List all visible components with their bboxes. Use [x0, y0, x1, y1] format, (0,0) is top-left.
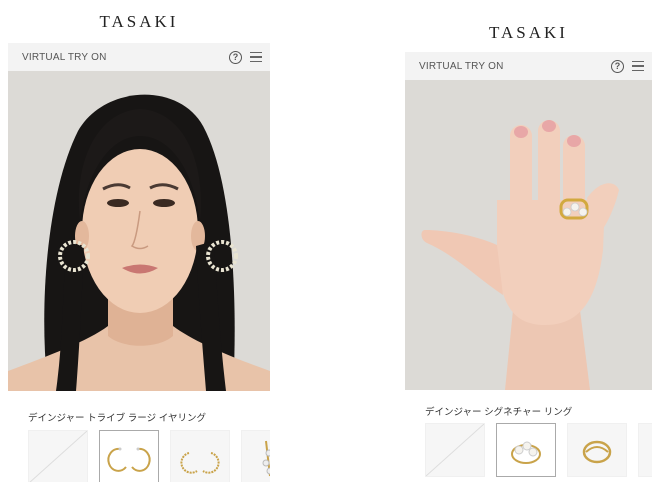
thumbnail-spiked-hoop-earring[interactable] — [170, 430, 230, 482]
camera-view-hand — [405, 80, 652, 390]
header-title: VIRTUAL TRY ON — [419, 60, 504, 72]
product-thumbnail-strip — [425, 423, 652, 477]
product-name: デインジャー トライブ ラージ イヤリング — [28, 413, 206, 424]
product-thumbnail-strip — [28, 430, 270, 482]
product-name: デインジャー シグネチャー リング — [425, 407, 573, 418]
right-screen: TASAKI VIRTUAL TRY ON ? デインジャー シグネチャー リン… — [405, 0, 652, 482]
header-bar: VIRTUAL TRY ON ? — [405, 52, 652, 80]
brand-logo: TASAKI — [489, 23, 568, 42]
hand-illustration — [421, 120, 619, 390]
thumbnail-none[interactable] — [28, 430, 88, 482]
header-bar: VIRTUAL TRY ON ? — [8, 43, 270, 71]
thumbnail-gold-wave-ring[interactable] — [567, 423, 627, 477]
thumbnail-pearl-ring-partial[interactable] — [638, 423, 652, 477]
menu-icon[interactable] — [250, 52, 262, 62]
header-title: VIRTUAL TRY ON — [22, 51, 107, 63]
thumbnail-none[interactable] — [425, 423, 485, 477]
camera-view-face — [8, 71, 270, 391]
brand-logo: TASAKI — [99, 12, 179, 31]
help-icon[interactable]: ? — [611, 59, 624, 73]
thumbnail-hoop-earring-selected[interactable] — [99, 430, 159, 482]
menu-icon[interactable] — [632, 61, 644, 71]
thumbnail-pearl-ring-selected[interactable] — [496, 423, 556, 477]
help-icon[interactable]: ? — [229, 50, 242, 64]
left-screen: TASAKI VIRTUAL TRY ON ? デインジャー トライブ ラージ … — [8, 0, 270, 482]
model-face-illustration — [8, 94, 270, 391]
thumbnail-pearl-cluster-earring[interactable] — [241, 430, 270, 482]
